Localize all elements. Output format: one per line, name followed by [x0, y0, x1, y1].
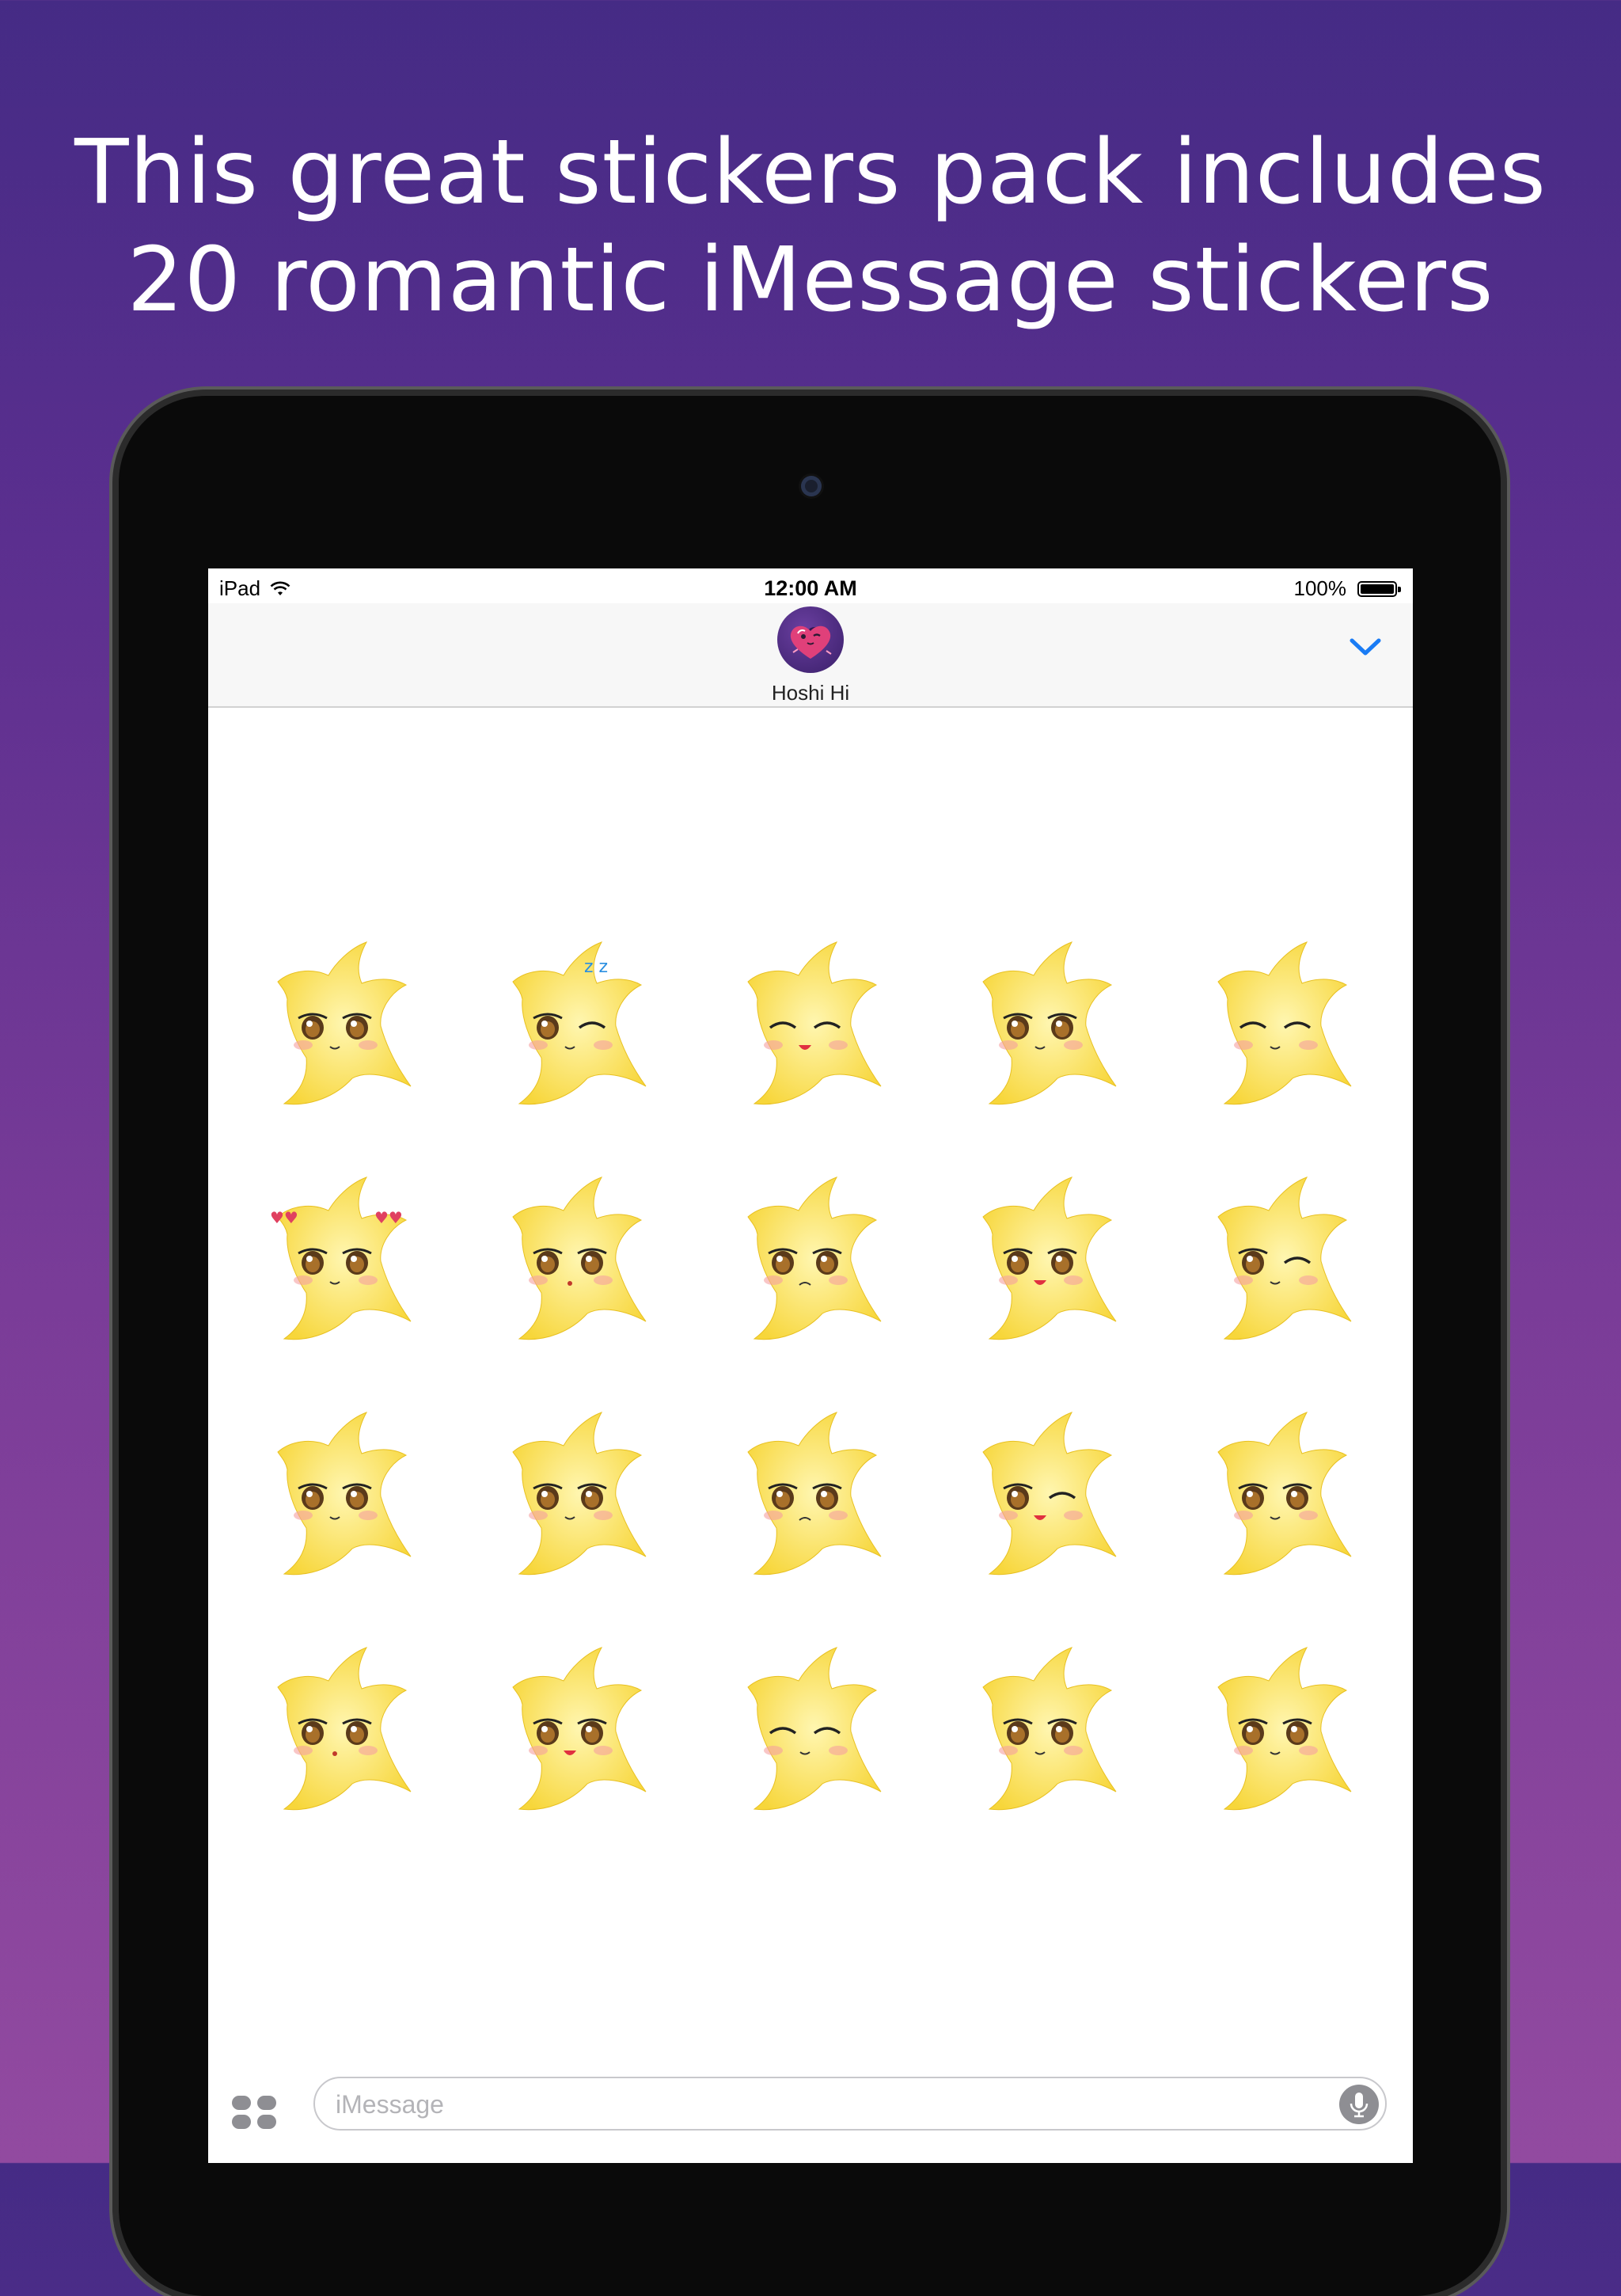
star-face-icon: [512, 1412, 647, 1576]
sticker-star-happy-closed[interactable]: [726, 941, 892, 1115]
star-face-icon: [277, 1647, 412, 1811]
star-face-icon: [982, 1177, 1117, 1340]
sticker-star-wink-tongue[interactable]: [961, 1411, 1127, 1585]
sticker-star-shy-hands[interactable]: [1196, 941, 1362, 1115]
sticker-star-shy[interactable]: [491, 1411, 657, 1585]
microphone-icon[interactable]: [1339, 2085, 1379, 2124]
chevron-down-icon[interactable]: [1348, 635, 1383, 659]
app-drawer-icon[interactable]: [232, 2096, 276, 2131]
heart-avatar-icon: [790, 625, 832, 659]
sticker-star-wink[interactable]: [1196, 1176, 1362, 1350]
star-face-icon: z z: [512, 941, 647, 1105]
sticker-star-calm[interactable]: [726, 1646, 892, 1820]
sticker-star-grin[interactable]: [961, 1646, 1127, 1820]
message-field: [313, 2077, 1387, 2131]
sticker-star-sad[interactable]: [726, 1176, 892, 1350]
star-face-icon: [747, 1412, 882, 1576]
message-input[interactable]: [334, 2088, 1287, 2121]
sticker-star-smile[interactable]: [256, 941, 422, 1115]
star-face-icon: [1217, 941, 1352, 1105]
contact-avatar[interactable]: [777, 606, 844, 673]
sticker-star-thinking[interactable]: [1196, 1411, 1362, 1585]
star-face-icon: [747, 941, 882, 1105]
star-face-icon: [277, 941, 412, 1105]
sticker-star-sleepy-wink[interactable]: z z: [491, 941, 657, 1115]
star-face-icon: [747, 1647, 882, 1811]
sticker-star-laugh[interactable]: [961, 1176, 1127, 1350]
sticker-star-cute[interactable]: [961, 941, 1127, 1115]
star-face-icon: [1217, 1647, 1352, 1811]
svg-text:z z: z z: [584, 957, 608, 977]
status-right: 100%: [1293, 576, 1401, 601]
star-face-icon: [1217, 1177, 1352, 1340]
sticker-star-tongue[interactable]: [491, 1646, 657, 1820]
sticker-star-hearts[interactable]: ♥♥ ♥♥: [256, 1176, 422, 1350]
sticker-star-crying[interactable]: [726, 1411, 892, 1585]
message-input-bar: [208, 2061, 1413, 2163]
star-face-icon: [982, 1412, 1117, 1576]
star-face-icon: ♥♥ ♥♥: [270, 1177, 412, 1340]
sticker-star-kiss[interactable]: [256, 1646, 422, 1820]
sticker-star-surprised[interactable]: [491, 1176, 657, 1350]
clock: 12:00 AM: [764, 576, 857, 600]
imessage-screen: iPad 12:00 AM 100% Hoshi Hi z z ♥♥ ♥♥ iM…: [208, 568, 1413, 2163]
battery-percent: 100%: [1293, 576, 1347, 600]
star-face-icon: [512, 1647, 647, 1811]
star-face-icon: [512, 1177, 647, 1340]
sticker-star-pout[interactable]: [1196, 1646, 1362, 1820]
svg-text:♥♥: ♥♥: [270, 1208, 298, 1227]
star-face-icon: [982, 941, 1117, 1105]
svg-text:♥♥: ♥♥: [374, 1208, 403, 1227]
sticker-star-blush[interactable]: [256, 1411, 422, 1585]
headline: This great stickers pack includes 20 rom…: [0, 119, 1621, 334]
status-bar: iPad 12:00 AM 100%: [208, 568, 1413, 603]
conversation-header: Hoshi Hi: [208, 603, 1413, 708]
star-face-icon: [747, 1177, 882, 1340]
star-face-icon: [277, 1412, 412, 1576]
camera-icon: [801, 476, 822, 496]
headline-line-1: This great stickers pack includes: [74, 121, 1547, 224]
star-face-icon: [1217, 1412, 1352, 1576]
contact-name[interactable]: Hoshi Hi: [208, 681, 1413, 705]
battery-icon: [1357, 580, 1401, 597]
headline-line-2: 20 romantic iMessage stickers: [127, 229, 1494, 332]
star-face-icon: [982, 1647, 1117, 1811]
